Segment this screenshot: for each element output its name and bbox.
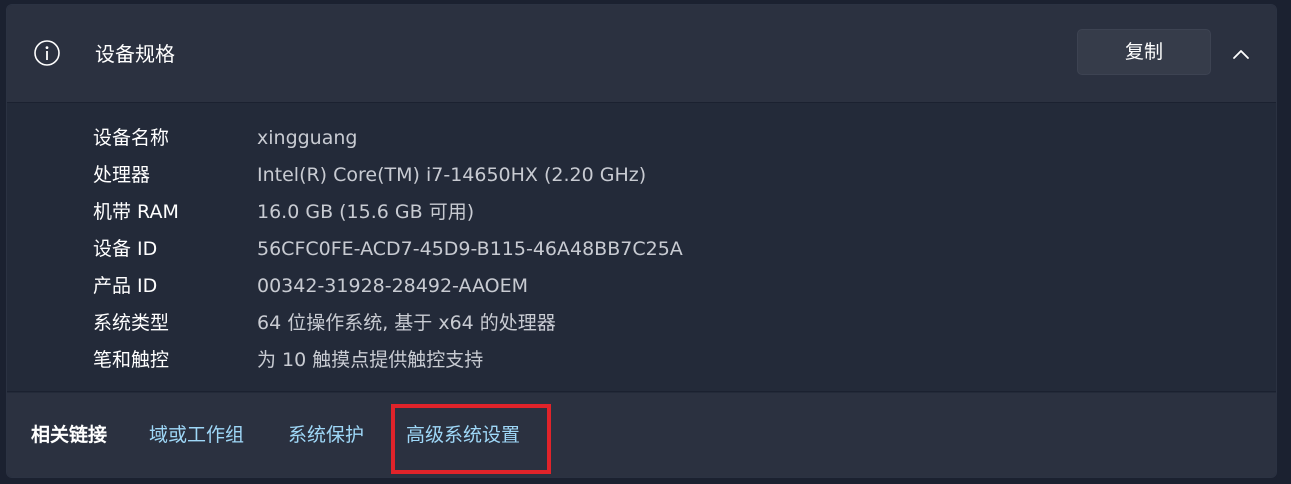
spec-value: 64 位操作系统, 基于 x64 的处理器 <box>257 312 556 334</box>
copy-button[interactable]: 复制 <box>1077 29 1211 75</box>
section-title: 设备规格 <box>95 42 175 66</box>
spec-row-system-type: 系统类型 64 位操作系统, 基于 x64 的处理器 <box>7 304 1276 341</box>
spec-row-ram: 机带 RAM 16.0 GB (15.6 GB 可用) <box>7 193 1276 230</box>
spec-label: 处理器 <box>93 164 151 186</box>
device-specs-card: 设备规格 复制 设备名称 xingguang 处理器 Intel(R) Core… <box>6 4 1277 478</box>
spec-row-processor: 处理器 Intel(R) Core(TM) i7-14650HX (2.20 G… <box>7 156 1276 193</box>
spec-list: 设备名称 xingguang 处理器 Intel(R) Core(TM) i7-… <box>7 104 1276 392</box>
spec-value: 56CFC0FE-ACD7-45D9-B115-46A48BB7C25A <box>257 238 683 260</box>
spec-label: 笔和触控 <box>93 349 170 371</box>
spec-row-product-id: 产品 ID 00342-31928-28492-AAOEM <box>7 267 1276 304</box>
link-system-protection[interactable]: 系统保护 <box>288 422 364 448</box>
spec-row-device-name: 设备名称 xingguang <box>7 119 1276 156</box>
spec-value: 16.0 GB (15.6 GB 可用) <box>257 201 475 223</box>
device-specs-header[interactable]: 设备规格 复制 <box>7 5 1276 103</box>
related-links-title: 相关链接 <box>31 424 108 446</box>
spec-value: 为 10 触摸点提供触控支持 <box>257 349 484 371</box>
related-links-bar: 相关链接 域或工作组 系统保护 高级系统设置 <box>7 393 1276 477</box>
info-icon <box>34 40 60 66</box>
spec-label: 设备名称 <box>93 127 170 149</box>
spec-value: Intel(R) Core(TM) i7-14650HX (2.20 GHz) <box>257 164 647 186</box>
spec-row-pen-touch: 笔和触控 为 10 触摸点提供触控支持 <box>7 341 1276 378</box>
spec-label: 设备 ID <box>93 238 158 260</box>
spec-value: xingguang <box>257 127 358 149</box>
spec-label: 系统类型 <box>93 312 170 334</box>
spec-row-device-id: 设备 ID 56CFC0FE-ACD7-45D9-B115-46A48BB7C2… <box>7 230 1276 267</box>
spec-label: 机带 RAM <box>93 201 179 223</box>
spec-value: 00342-31928-28492-AAOEM <box>257 275 529 297</box>
window-frame: 设备规格 复制 设备名称 xingguang 处理器 Intel(R) Core… <box>0 0 1291 484</box>
highlight-box <box>391 404 551 474</box>
chevron-up-icon[interactable] <box>1230 43 1252 65</box>
spec-label: 产品 ID <box>93 275 158 297</box>
link-domain-workgroup[interactable]: 域或工作组 <box>149 422 244 448</box>
